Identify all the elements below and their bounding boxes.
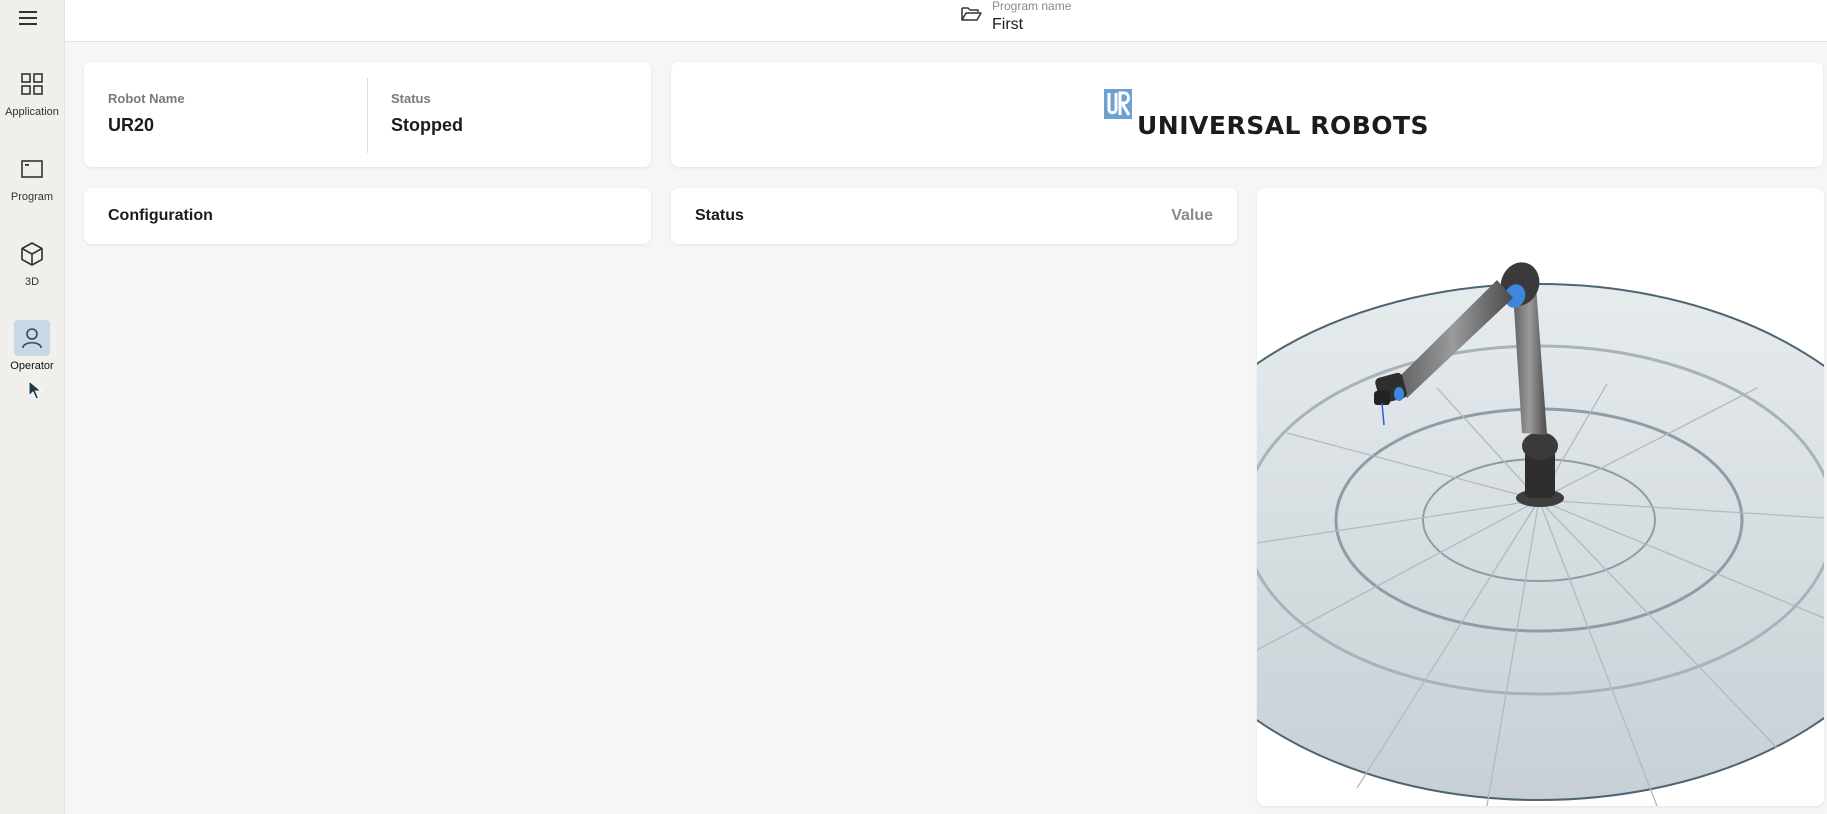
divider [367, 78, 368, 153]
robot-status-value: Stopped [391, 115, 463, 135]
program-name-caption: Program name [992, 0, 1072, 13]
program-name-value: First [992, 16, 1024, 33]
3d-viewer[interactable] [1257, 188, 1824, 806]
program-icon [14, 151, 50, 187]
robot-name-caption: Robot Name [108, 91, 185, 106]
logo-card: UNIVERSAL ROBOTS [671, 62, 1823, 167]
nav-label-application: Application [5, 106, 59, 118]
nav-label-operator: Operator [10, 360, 54, 372]
configuration-card[interactable]: Configuration [84, 188, 651, 244]
folder-open-icon [960, 5, 982, 28]
mouse-cursor-icon [28, 379, 43, 405]
user-icon [14, 320, 50, 356]
program-selector[interactable]: Program name First [960, 0, 1071, 34]
nav-item-3d[interactable]: 3D [0, 236, 64, 288]
nav-label-program: Program [10, 191, 54, 203]
top-bar: Program name First [65, 0, 1827, 42]
grid-icon [14, 66, 50, 102]
configuration-title: Configuration [108, 207, 213, 224]
robot-3d-scene [1257, 262, 1824, 806]
logo-brand-text: UNIVERSAL ROBOTS [1137, 111, 1430, 140]
nav-item-application[interactable]: Application [0, 66, 64, 118]
robot-status-caption: Status [391, 91, 431, 106]
status-table-header: Status Value [671, 188, 1237, 244]
value-column-header: Value [1171, 207, 1213, 224]
sidebar: Application Program 3D Operator [0, 0, 65, 814]
nav-label-3d: 3D [24, 276, 40, 288]
cube-icon [14, 236, 50, 272]
hamburger-menu-icon[interactable] [17, 8, 41, 28]
robot-info-card: Robot Name UR20 Status Stopped [84, 62, 651, 167]
robot-name-value: UR20 [108, 115, 155, 135]
robot-wrist-cap [1394, 387, 1404, 401]
nav-item-program[interactable]: Program [0, 151, 64, 203]
nav-item-operator[interactable]: Operator [0, 320, 64, 372]
universal-robots-logo: UNIVERSAL ROBOTS [1104, 89, 1429, 150]
status-column-header: Status [695, 207, 744, 224]
